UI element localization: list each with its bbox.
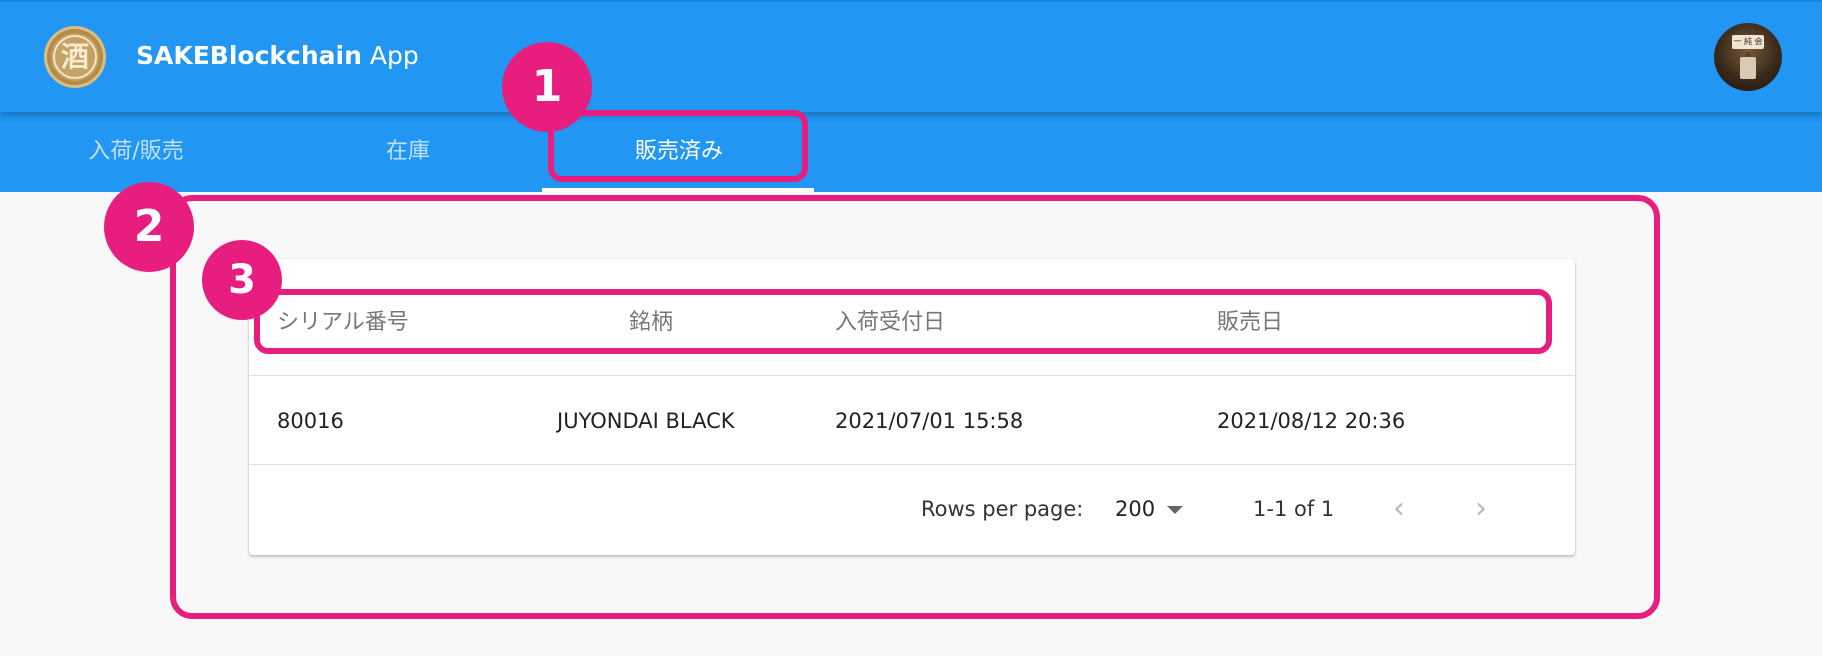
- app-title: SAKEBlockchain App: [136, 38, 419, 74]
- annotation-badge: 2: [104, 182, 194, 272]
- logo-glyph: 酒: [60, 40, 89, 73]
- tab-inventory[interactable]: 在庫: [272, 112, 544, 192]
- avatar-sign: 一 純 会 る: [1732, 35, 1764, 60]
- user-avatar[interactable]: 一 純 会 る: [1714, 23, 1782, 91]
- tab-label: 在庫: [385, 139, 430, 164]
- tab-label: 入荷/販売: [88, 139, 184, 164]
- annotation-highlight-table: [170, 195, 1660, 619]
- sake-logo-icon: 酒: [44, 26, 106, 88]
- tab-arrival-sales[interactable]: 入荷/販売: [0, 112, 272, 192]
- annotation-highlight-tab: [548, 110, 808, 182]
- app-title-bold: SAKEBlockchain: [136, 41, 362, 70]
- toolbar: 酒 SAKEBlockchain App 一 純 会 る: [0, 2, 1822, 112]
- annotation-badge: 1: [502, 42, 592, 132]
- app-bar: 酒 SAKEBlockchain App 一 純 会 る 入荷/販売 在庫 販売済…: [0, 0, 1822, 192]
- annotation-badge: 3: [202, 240, 282, 320]
- annotation-highlight-header: [254, 289, 1552, 354]
- app-title-light: App: [369, 41, 419, 70]
